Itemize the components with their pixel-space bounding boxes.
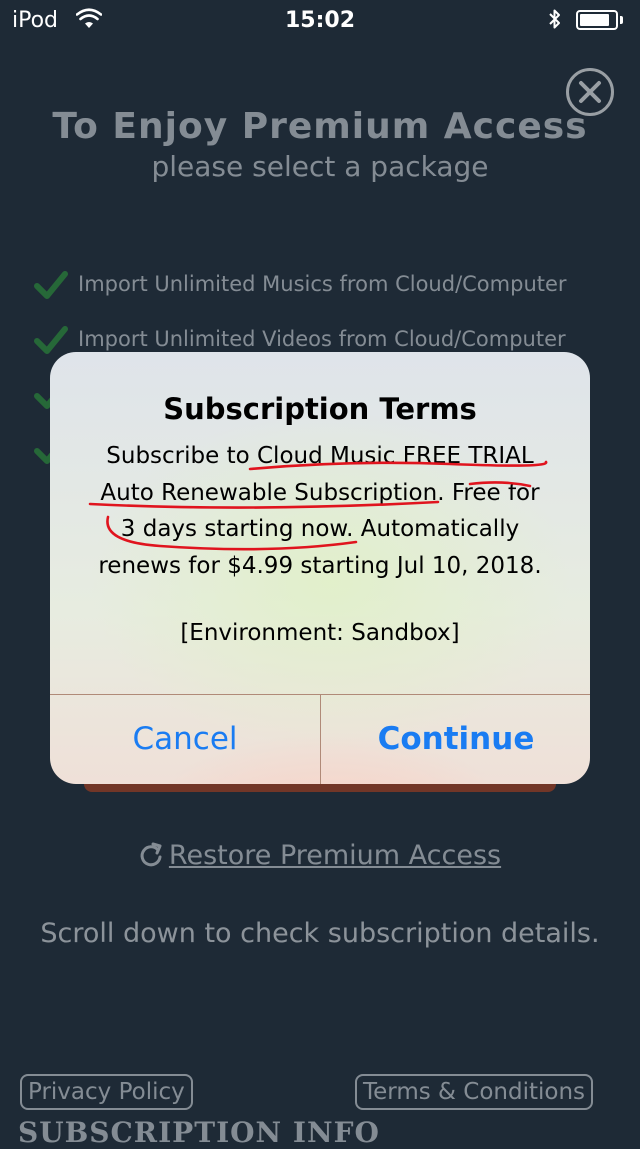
alert-title: Subscription Terms (163, 392, 477, 426)
page-title: To Enjoy Premium Access (52, 106, 588, 147)
subscription-info-heading: SUBSCRIPTION INFO (18, 1116, 380, 1149)
alert-message: Subscribe to Cloud Music FREE TRIAL Auto… (70, 438, 570, 584)
alert-message-line: Auto Renewable Subscription. Free for (100, 479, 540, 506)
close-icon (579, 81, 601, 103)
bluetooth-icon (549, 9, 560, 29)
refresh-icon (140, 842, 162, 867)
page-subtitle: please select a package (151, 150, 489, 183)
checkmark-icon (34, 271, 68, 299)
terms-conditions-button[interactable]: Terms & Conditions (355, 1074, 594, 1110)
battery-level (580, 14, 609, 26)
checkmark-icon (34, 326, 68, 354)
cancel-button[interactable]: Cancel (50, 695, 320, 784)
alert-message-line: 3 days starting now. Automatically (120, 516, 520, 542)
feature-label: Import Unlimited Videos from Cloud/Compu… (78, 327, 566, 351)
status-time: 15:02 (284, 8, 356, 33)
continue-button[interactable]: Continue (321, 695, 590, 784)
status-bar: iPod 15:02 (0, 0, 640, 40)
privacy-policy-button[interactable]: Privacy Policy (20, 1074, 193, 1110)
alert-message-line: renews for $4.99 starting Jul 10, 2018. (98, 552, 542, 579)
battery-icon (576, 10, 618, 30)
subscription-terms-alert: Subscription Terms Subscribe to Cloud Mu… (50, 352, 590, 784)
alert-message-line: Subscribe to Cloud Music FREE TRIAL (106, 443, 534, 469)
battery-tip (620, 16, 623, 24)
restore-premium-label: Restore Premium Access (168, 840, 502, 871)
scroll-hint: Scroll down to check subscription detail… (40, 918, 600, 949)
feature-label: Import Unlimited Musics from Cloud/Compu… (78, 272, 567, 296)
restore-premium-link[interactable]: Restore Premium Access (0, 840, 640, 871)
alert-environment: [Environment: Sandbox] (180, 620, 460, 646)
